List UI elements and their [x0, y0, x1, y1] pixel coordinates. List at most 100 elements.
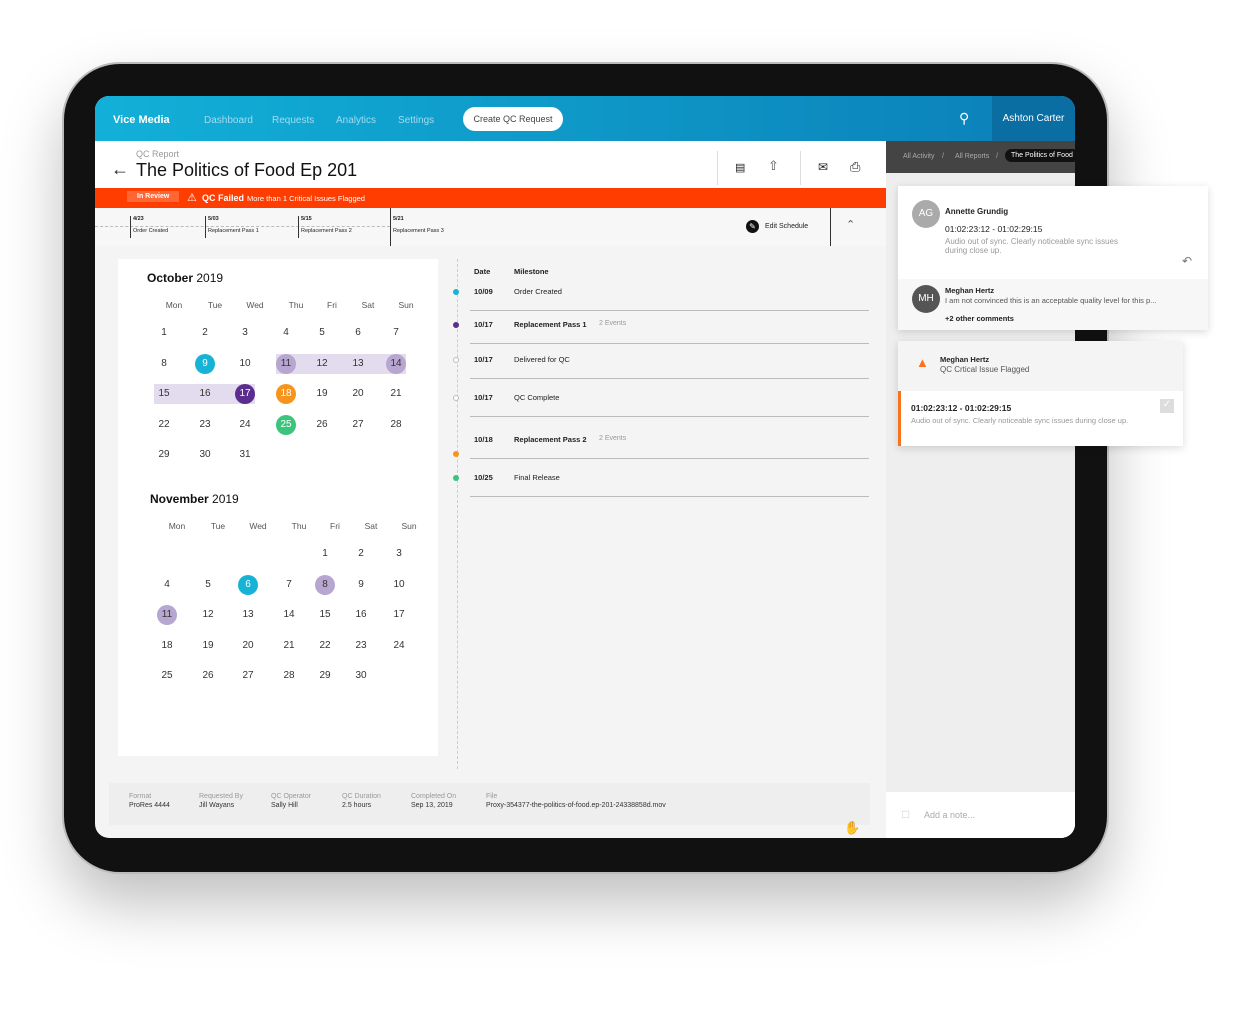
reply-icon[interactable]: ↶	[1182, 254, 1192, 268]
col-milestone: Milestone	[514, 267, 549, 276]
comment-text: Audio out of sync. Clearly noticeable sy…	[945, 237, 1118, 255]
calendar-day[interactable]: 6	[238, 574, 258, 595]
schedule-milestone: 4/23 Order Created	[130, 216, 168, 238]
nav-analytics[interactable]: Analytics	[336, 115, 376, 126]
alert-title: QC Crtical Issue Flagged	[940, 365, 1030, 374]
calendar-day[interactable]: 17	[389, 605, 409, 625]
crumb-all-reports[interactable]: All Reports	[955, 153, 989, 160]
detail-value[interactable]: Proxy-354377-the-politics-of-food.ep-201…	[486, 802, 666, 809]
calendar-day[interactable]: 5	[312, 323, 332, 343]
milestone-row[interactable]: 10/17 Delivered for QC	[470, 345, 869, 379]
milestone-row[interactable]: 10/17 Replacement Pass 1 2 Events	[470, 310, 869, 344]
calendar-day[interactable]: 21	[386, 384, 406, 404]
calendar-day[interactable]: 28	[386, 415, 406, 435]
calendar-day[interactable]: 1	[154, 323, 174, 343]
calendar-day[interactable]: 25	[157, 666, 177, 686]
milestone-row[interactable]: 10/25 Final Release	[470, 463, 869, 497]
calendar-day[interactable]: 24	[235, 415, 255, 435]
milestone-dot	[453, 357, 459, 363]
collapse-chevron-icon[interactable]: ⌃	[846, 218, 855, 231]
calendar-day[interactable]: 8	[154, 354, 174, 374]
alert-timecode: 01:02:23:12 - 01:02:29:15	[911, 403, 1012, 413]
more-comments-link[interactable]: +2 other comments	[945, 314, 1014, 323]
calendar-day[interactable]: 18	[157, 636, 177, 656]
edit-icon[interactable]: ✎	[746, 220, 759, 233]
milestone-row[interactable]: 10/17 QC Complete	[470, 383, 869, 417]
resolve-checkbox[interactable]: ✓	[1160, 399, 1174, 413]
calendar-day[interactable]: 14	[279, 605, 299, 625]
calendar-day[interactable]: 8	[315, 574, 335, 595]
alert-card[interactable]: ▲ Meghan Hertz QC Crtical Issue Flagged …	[898, 341, 1183, 446]
print-icon[interactable]: ⎙	[850, 159, 860, 175]
calendar-day[interactable]: 21	[279, 636, 299, 656]
mail-icon[interactable]: ✉	[818, 160, 828, 174]
calendar-day[interactable]: 15	[315, 605, 335, 625]
nav-dashboard[interactable]: Dashboard	[204, 115, 253, 126]
calendar-day[interactable]: 11	[157, 605, 177, 626]
calendar-day[interactable]: 13	[348, 354, 368, 374]
nav-settings[interactable]: Settings	[398, 115, 434, 126]
calendar-day[interactable]: 26	[312, 415, 332, 435]
crumb-all-activity[interactable]: All Activity	[903, 153, 935, 160]
calendar-day[interactable]: 10	[235, 354, 255, 374]
calendar-day[interactable]: 10	[389, 575, 409, 595]
calendar-day[interactable]: 1	[315, 544, 335, 564]
calendar-day[interactable]: 7	[279, 575, 299, 595]
milestone-name: Order Created	[514, 287, 562, 296]
create-qc-request-button[interactable]: Create QC Request	[463, 107, 563, 131]
nav-requests[interactable]: Requests	[272, 115, 314, 126]
milestone-dot	[453, 289, 459, 295]
calendar-day[interactable]: 14	[386, 353, 406, 374]
comment-card[interactable]: AG Annette Grundig 01:02:23:12 - 01:02:2…	[898, 186, 1208, 330]
calendar-day[interactable]: 31	[235, 445, 255, 465]
folder-icon[interactable]: ▤	[735, 161, 745, 174]
calendar-day[interactable]: 12	[312, 354, 332, 374]
calendar-day[interactable]: 4	[276, 323, 296, 343]
calendar-day[interactable]: 20	[238, 636, 258, 656]
upload-icon[interactable]: ⇧	[768, 158, 779, 174]
calendar-day[interactable]: 19	[312, 384, 332, 404]
calendar-day[interactable]: 16	[351, 605, 371, 625]
calendar-day[interactable]: 6	[348, 323, 368, 343]
calendar-day[interactable]: 2	[351, 544, 371, 564]
calendar-day[interactable]: 20	[348, 384, 368, 404]
calendar-day[interactable]: 5	[198, 575, 218, 595]
calendar-day[interactable]: 19	[198, 636, 218, 656]
user-menu[interactable]: Ashton Carter	[992, 96, 1075, 141]
weekday-label: Sun	[401, 521, 417, 531]
calendar-day[interactable]: 28	[279, 666, 299, 686]
note-input[interactable]: □ Add a note...	[886, 792, 1075, 838]
calendar-day[interactable]: 30	[351, 666, 371, 686]
calendar-day[interactable]: 22	[154, 415, 174, 435]
calendar-day[interactable]: 7	[386, 323, 406, 343]
milestone-row[interactable]: 10/18 Replacement Pass 2 2 Events	[470, 425, 869, 459]
calendar-day[interactable]: 26	[198, 666, 218, 686]
milestone-date: 10/25	[474, 473, 493, 482]
calendar-day[interactable]: 12	[198, 605, 218, 625]
calendar-day[interactable]: 3	[235, 323, 255, 343]
calendar-day[interactable]: 29	[315, 666, 335, 686]
edit-schedule-button[interactable]: Edit Schedule	[765, 223, 808, 230]
calendar-day[interactable]: 3	[389, 544, 409, 564]
milestone-date: 10/17	[474, 355, 493, 364]
search-icon[interactable]: ⚲	[959, 110, 969, 127]
calendar-day[interactable]: 2	[195, 323, 215, 343]
calendar-day[interactable]: 18	[276, 384, 296, 405]
calendar-day[interactable]: 24	[389, 636, 409, 656]
calendar-day[interactable]: 9	[351, 575, 371, 595]
calendar-day[interactable]: 30	[195, 445, 215, 465]
calendar-day[interactable]: 4	[157, 575, 177, 595]
calendar-day[interactable]: 23	[351, 636, 371, 656]
calendar-day[interactable]: 22	[315, 636, 335, 656]
calendar-day[interactable]: 23	[195, 415, 215, 435]
calendar-day[interactable]: 27	[238, 666, 258, 686]
calendar-day[interactable]: 9	[195, 353, 215, 374]
calendar-day[interactable]: 13	[238, 605, 258, 625]
calendar-day[interactable]: 27	[348, 415, 368, 435]
calendar-day[interactable]: 11	[276, 353, 296, 374]
calendar-day[interactable]: 25	[276, 414, 296, 435]
milestone-row[interactable]: 10/09 Order Created	[470, 277, 869, 311]
back-arrow-icon[interactable]: ←	[111, 159, 129, 180]
calendar-day[interactable]: 29	[154, 445, 174, 465]
page-subtitle: QC Report	[136, 149, 180, 159]
